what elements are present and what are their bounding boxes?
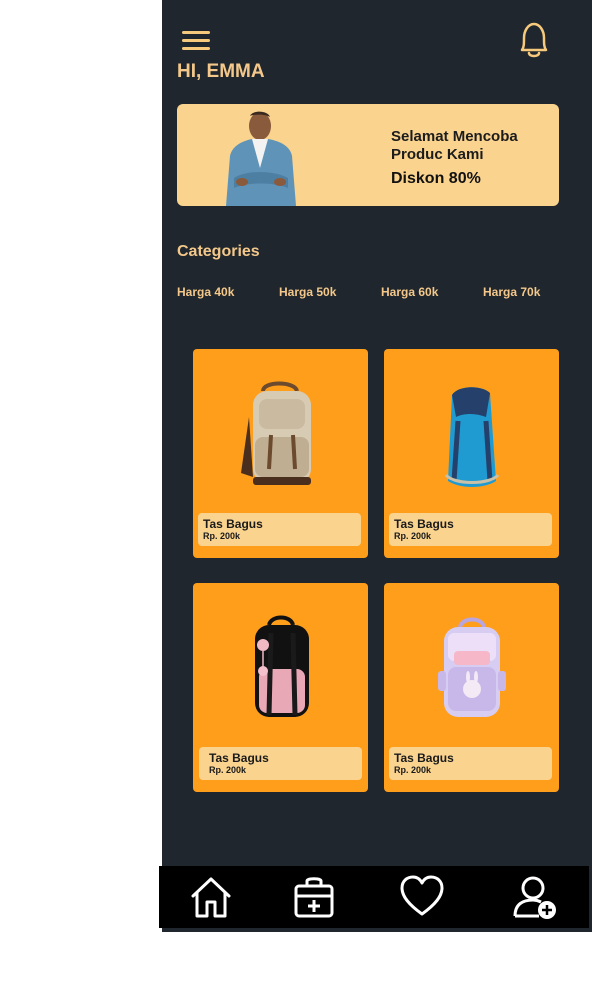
product-card[interactable]: Tas Bagus Rp. 200k xyxy=(193,583,368,792)
product-price: Rp. 200k xyxy=(394,531,432,541)
category-harga-70k[interactable]: Harga 70k xyxy=(483,285,540,299)
home-icon[interactable] xyxy=(187,874,235,920)
product-name: Tas Bagus xyxy=(209,751,269,765)
hamburger-menu-icon[interactable] xyxy=(180,28,212,52)
pink-black-backpack-image xyxy=(255,615,309,717)
product-info: Tas Bagus Rp. 200k xyxy=(199,747,362,780)
product-info: Tas Bagus Rp. 200k xyxy=(198,513,361,546)
bell-icon[interactable] xyxy=(514,20,554,62)
product-name: Tas Bagus xyxy=(394,517,454,531)
bottom-navigation xyxy=(159,866,589,928)
product-info: Tas Bagus Rp. 200k xyxy=(389,513,552,546)
product-card[interactable]: Tas Bagus Rp. 200k xyxy=(384,583,559,792)
promo-banner[interactable]: Selamat Mencoba Produc Kami Diskon 80% xyxy=(177,104,559,206)
categories-heading: Categories xyxy=(177,243,260,260)
user-add-icon[interactable] xyxy=(511,874,559,920)
greeting-text: HI, EMMA xyxy=(177,61,265,82)
product-price: Rp. 200k xyxy=(394,765,432,775)
lavender-backpack-image xyxy=(438,617,506,717)
banner-discount: Diskon 80% xyxy=(391,170,481,187)
app-screen: HI, EMMA Selamat Mencoba Produc Kami Dis… xyxy=(162,0,592,932)
product-price: Rp. 200k xyxy=(203,531,241,541)
bag-plus-icon[interactable] xyxy=(290,874,338,920)
banner-headline: Selamat Mencoba Produc Kami xyxy=(391,128,518,163)
product-card[interactable]: Tas Bagus Rp. 200k xyxy=(193,349,368,558)
heart-icon[interactable] xyxy=(398,874,446,920)
product-price: Rp. 200k xyxy=(209,765,247,775)
product-card[interactable]: Tas Bagus Rp. 200k xyxy=(384,349,559,558)
product-name: Tas Bagus xyxy=(203,517,263,531)
blue-backpack-image xyxy=(444,387,500,487)
category-harga-40k[interactable]: Harga 40k xyxy=(177,285,234,299)
beige-backpack-image xyxy=(241,381,311,485)
product-info: Tas Bagus Rp. 200k xyxy=(389,747,552,780)
banner-person-image xyxy=(226,111,296,206)
product-name: Tas Bagus xyxy=(394,751,454,765)
category-harga-50k[interactable]: Harga 50k xyxy=(279,285,336,299)
category-harga-60k[interactable]: Harga 60k xyxy=(381,285,438,299)
